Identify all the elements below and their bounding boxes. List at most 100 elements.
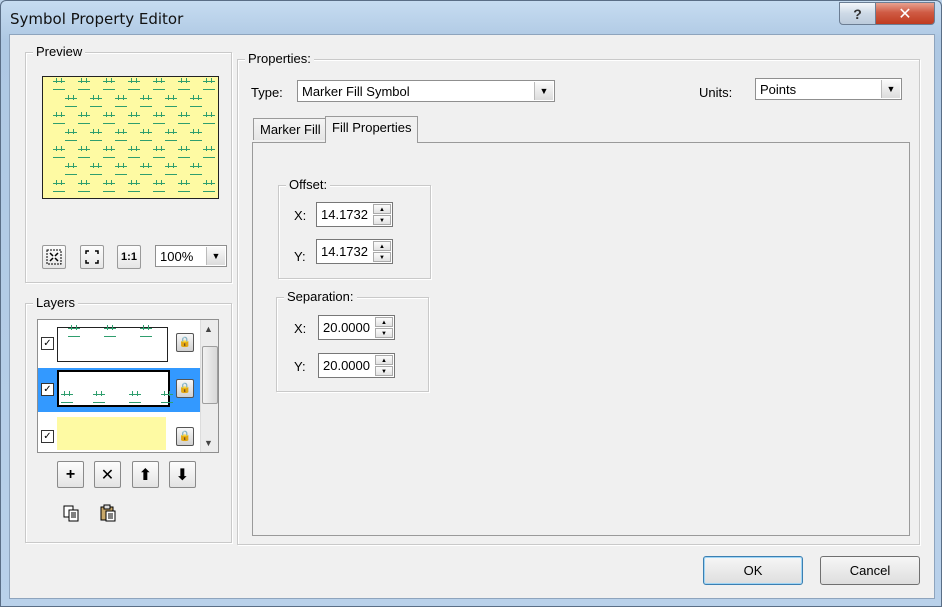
preview-group-label: Preview xyxy=(33,44,86,59)
layer-item-selected[interactable]: ✓ 🔒 xyxy=(38,368,200,412)
separation-y-spinner[interactable]: 20.0000 ▲ ▼ xyxy=(318,353,395,378)
move-layer-up-button[interactable]: ⬆ xyxy=(132,461,159,488)
marker-glyph xyxy=(153,78,165,90)
offset-group: Offset: X: 14.1732 ▲ ▼ Y: 14.1732 ▲ ▼ xyxy=(278,177,431,279)
paste-icon xyxy=(100,504,115,521)
lock-icon[interactable]: 🔒 xyxy=(176,427,194,446)
spin-up-icon[interactable]: ▲ xyxy=(375,355,393,365)
units-value: Points xyxy=(760,81,797,97)
marker-glyph xyxy=(65,163,77,175)
spin-down-icon[interactable]: ▼ xyxy=(375,366,393,376)
actual-size-button[interactable]: 1:1 xyxy=(117,245,141,269)
help-button[interactable]: ? xyxy=(839,2,876,25)
spin-down-icon[interactable]: ▼ xyxy=(375,328,393,338)
fit-inward-icon xyxy=(46,249,62,265)
marker-glyph xyxy=(65,95,77,107)
marker-glyph xyxy=(53,146,65,158)
offset-x-spinner[interactable]: 14.1732 ▲ ▼ xyxy=(316,202,393,227)
scroll-up-icon[interactable]: ▲ xyxy=(204,324,213,334)
layers-group: Layers ✓ 🔒 ✓ 🔒 ✓ 🔒 ▲ ▼ + ✕ ⬆ ⬇ xyxy=(25,295,232,543)
symbol-preview xyxy=(42,76,219,199)
dialog-client-area: Preview 1:1 100% ▼ Layers ✓ 🔒 ✓ 🔒 ✓ 🔒 ▲ … xyxy=(9,34,935,599)
layer-visibility-checkbox[interactable]: ✓ xyxy=(41,337,54,350)
cancel-button[interactable]: Cancel xyxy=(820,556,920,585)
marker-glyph xyxy=(178,78,190,90)
chevron-down-icon[interactable]: ▼ xyxy=(881,80,900,98)
offset-y-label: Y: xyxy=(294,249,306,264)
zoom-select[interactable]: 100% ▼ xyxy=(155,245,227,267)
marker-glyph xyxy=(128,78,140,90)
fill-properties-panel: Offset: X: 14.1732 ▲ ▼ Y: 14.1732 ▲ ▼ Se… xyxy=(252,142,910,536)
add-layer-button[interactable]: + xyxy=(57,461,84,488)
move-layer-down-button[interactable]: ⬇ xyxy=(169,461,196,488)
marker-glyph xyxy=(140,95,152,107)
remove-layer-button[interactable]: ✕ xyxy=(94,461,121,488)
marker-glyph xyxy=(178,112,190,124)
offset-y-value: 14.1732 xyxy=(321,244,368,259)
marker-glyph xyxy=(129,391,141,403)
marker-glyph xyxy=(140,129,152,141)
separation-x-spinner[interactable]: 20.0000 ▲ ▼ xyxy=(318,315,395,340)
chevron-down-icon[interactable]: ▼ xyxy=(206,247,225,265)
marker-glyph xyxy=(203,78,215,90)
marker-glyph xyxy=(153,146,165,158)
marker-glyph xyxy=(178,146,190,158)
tab-fill-properties[interactable]: Fill Properties xyxy=(325,116,419,143)
spin-up-icon[interactable]: ▲ xyxy=(373,204,391,214)
dialog-window: Symbol Property Editor ? ✕ Preview 1:1 1… xyxy=(0,0,942,607)
zoom-out-button[interactable] xyxy=(80,245,104,269)
marker-glyph xyxy=(165,95,177,107)
layer-swatch xyxy=(57,325,168,362)
copy-layer-button[interactable] xyxy=(57,499,84,526)
properties-group-label: Properties: xyxy=(245,51,314,66)
paste-layer-button[interactable] xyxy=(94,499,121,526)
units-select[interactable]: Points ▼ xyxy=(755,78,902,100)
scroll-down-icon[interactable]: ▼ xyxy=(204,438,213,448)
separation-x-label: X: xyxy=(294,321,307,336)
layer-list-scrollbar[interactable]: ▲ ▼ xyxy=(200,320,218,452)
separation-y-value: 20.0000 xyxy=(323,358,370,373)
marker-glyph xyxy=(78,146,90,158)
layer-visibility-checkbox[interactable]: ✓ xyxy=(41,383,54,396)
marker-glyph xyxy=(190,129,202,141)
layer-item[interactable]: ✓ 🔒 xyxy=(38,322,200,366)
scrollbar-thumb[interactable] xyxy=(202,346,218,404)
zoom-in-button[interactable] xyxy=(42,245,66,269)
layer-item[interactable]: ✓ 🔒 xyxy=(38,414,200,452)
layer-swatch xyxy=(57,417,166,450)
layer-list[interactable]: ✓ 🔒 ✓ 🔒 ✓ 🔒 ▲ ▼ xyxy=(37,319,219,453)
lock-icon[interactable]: 🔒 xyxy=(176,333,194,352)
marker-glyph xyxy=(128,146,140,158)
separation-label: Separation: xyxy=(284,289,357,304)
lock-icon[interactable]: 🔒 xyxy=(176,379,194,398)
separation-group: Separation: X: 20.0000 ▲ ▼ Y: 20.0000 ▲ … xyxy=(276,289,429,392)
marker-glyph xyxy=(190,95,202,107)
spin-down-icon[interactable]: ▼ xyxy=(373,215,391,225)
tab-marker-fill[interactable]: Marker Fill xyxy=(253,118,328,140)
ok-button[interactable]: OK xyxy=(703,556,803,585)
type-value: Marker Fill Symbol xyxy=(302,83,410,99)
offset-label: Offset: xyxy=(286,177,331,192)
marker-glyph xyxy=(90,129,102,141)
spin-up-icon[interactable]: ▲ xyxy=(375,317,393,327)
marker-glyph xyxy=(104,325,116,337)
spin-down-icon[interactable]: ▼ xyxy=(373,252,391,262)
close-button[interactable]: ✕ xyxy=(875,2,935,25)
offset-x-label: X: xyxy=(294,208,307,223)
offset-y-spinner[interactable]: 14.1732 ▲ ▼ xyxy=(316,239,393,264)
copy-icon xyxy=(63,505,78,521)
marker-glyph xyxy=(78,112,90,124)
zoom-value: 100% xyxy=(160,248,194,264)
preview-group: Preview 1:1 100% ▼ xyxy=(25,44,232,283)
marker-glyph xyxy=(140,325,152,337)
marker-glyph xyxy=(103,112,115,124)
title-bar[interactable]: Symbol Property Editor ? ✕ xyxy=(1,1,941,35)
marker-glyph xyxy=(190,163,202,175)
marker-glyph xyxy=(103,78,115,90)
spin-up-icon[interactable]: ▲ xyxy=(373,241,391,251)
marker-glyph xyxy=(115,163,127,175)
chevron-down-icon[interactable]: ▼ xyxy=(534,82,553,100)
layer-visibility-checkbox[interactable]: ✓ xyxy=(41,430,54,443)
type-select[interactable]: Marker Fill Symbol ▼ xyxy=(297,80,555,102)
marker-glyph xyxy=(161,391,173,403)
